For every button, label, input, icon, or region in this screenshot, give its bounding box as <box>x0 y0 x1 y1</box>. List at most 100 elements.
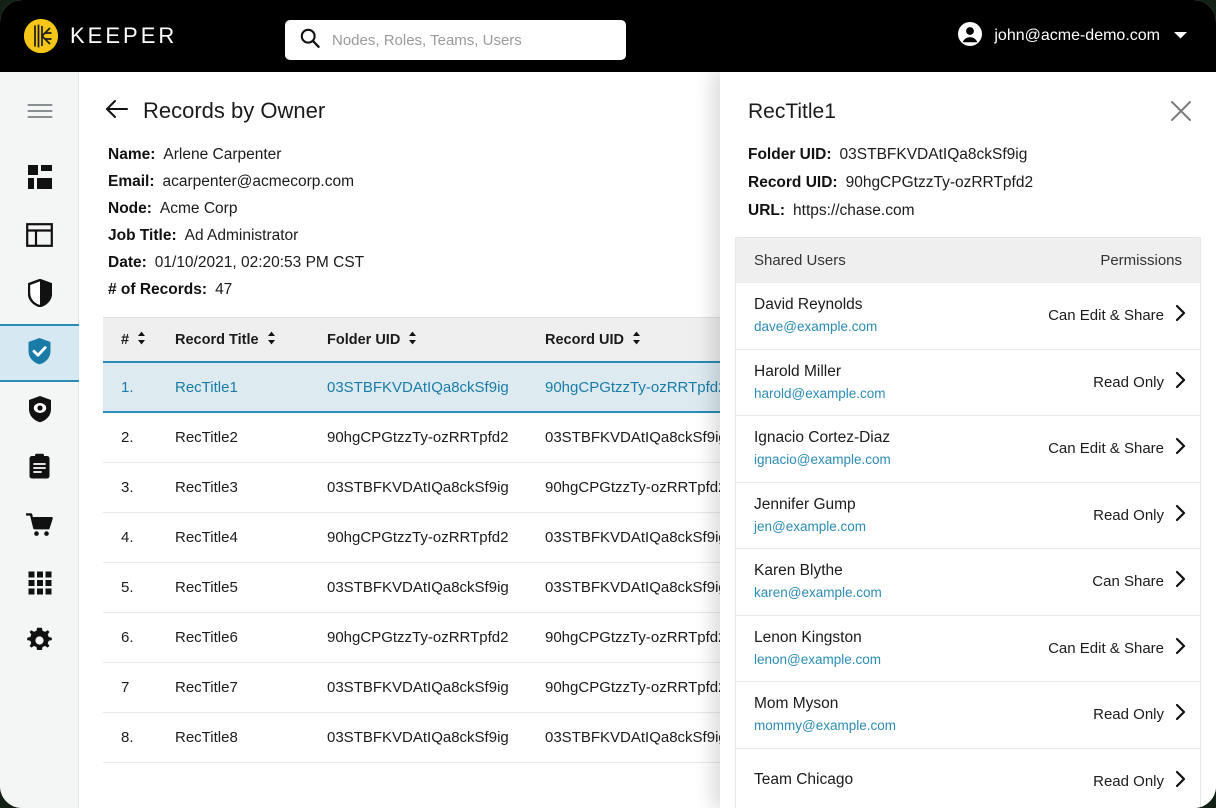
sort-updown-icon[interactable] <box>408 331 417 349</box>
sort-updown-icon[interactable] <box>267 331 276 349</box>
chevron-right-icon[interactable] <box>1175 637 1186 660</box>
cell-record-title[interactable]: RecTitle1 <box>175 379 327 396</box>
sidebar-item-dashboard[interactable] <box>0 150 79 208</box>
panel-meta-value[interactable]: https://chase.com <box>793 202 914 220</box>
column-header-record-title[interactable]: Record Title <box>175 331 327 349</box>
sidebar-item-store[interactable] <box>0 498 79 556</box>
panel-meta-row: Record UID: 90hgCPGtzzTy-ozRRTpfd2 <box>748 174 1188 192</box>
shared-user-row[interactable]: David Reynolds dave@example.com Can Edit… <box>736 282 1200 349</box>
chevron-down-icon[interactable] <box>1173 27 1188 45</box>
sort-updown-icon[interactable] <box>632 331 641 349</box>
clipboard-icon <box>28 453 51 485</box>
shared-user-row[interactable]: Team Chicago Read Only <box>736 747 1200 808</box>
meta-value: 01/10/2021, 02:20:53 PM CST <box>154 254 365 271</box>
cell-folder-uid: 90hgCPGtzzTy-ozRRTpfd2 <box>327 529 509 546</box>
brand-name: KEEPER <box>70 23 178 48</box>
meta-value: acarpenter@acmecorp.com <box>162 173 354 190</box>
panel-meta-key: Record UID: <box>748 174 838 191</box>
record-detail-panel: RecTitle1 Folder UID: 03STBFKVDAtIQa8ckS… <box>720 72 1216 808</box>
meta-value: Ad Administrator <box>184 227 299 244</box>
cell-number: 5. <box>121 579 134 596</box>
cell-record-title[interactable]: RecTitle4 <box>175 529 327 546</box>
search-input[interactable] <box>332 31 602 49</box>
cell-number: 1. <box>121 378 134 396</box>
column-header-folder-uid[interactable]: Folder UID <box>327 331 545 349</box>
shared-users-header: Shared Users Permissions <box>736 238 1200 282</box>
sidebar-item-compliance[interactable] <box>0 324 79 382</box>
shared-user-permission: Can Edit & Share <box>1048 307 1164 325</box>
back-arrow-icon[interactable] <box>105 99 129 124</box>
brand-logo[interactable]: KEEPER <box>24 19 177 53</box>
shared-user-row[interactable]: Harold Miller harold@example.com Read On… <box>736 348 1200 416</box>
sidebar-item-shield[interactable] <box>0 266 79 324</box>
shared-user-name: Mom Myson <box>754 695 839 713</box>
meta-value: Arlene Carpenter <box>163 146 282 163</box>
shared-user-row[interactable]: Ignacio Cortez-Diaz ignacio@example.com … <box>736 415 1200 482</box>
shared-user-email[interactable]: harold@example.com <box>754 384 886 403</box>
keeper-logo-icon <box>24 19 58 53</box>
sidebar-item-apps[interactable] <box>0 556 79 614</box>
cell-number: 4. <box>121 529 134 546</box>
chevron-right-icon[interactable] <box>1175 304 1186 327</box>
cell-folder-uid: 90hgCPGtzzTy-ozRRTpfd2 <box>327 429 509 446</box>
shield-eye-icon <box>28 395 52 428</box>
shared-user-name: Harold Miller <box>754 362 841 380</box>
shared-user-row[interactable]: Lenon Kingston lenon@example.com Can Edi… <box>736 614 1200 682</box>
cell-record-title[interactable]: RecTitle8 <box>175 729 327 746</box>
meta-value: 47 <box>215 281 233 298</box>
cell-number: 7 <box>121 679 130 696</box>
shared-user-email[interactable]: mommy@example.com <box>754 716 896 735</box>
sidebar-item-layout[interactable] <box>0 208 79 266</box>
shared-user-email[interactable]: lenon@example.com <box>754 650 881 669</box>
shared-user-name: Jennifer Gump <box>754 495 856 513</box>
cell-record-title[interactable]: RecTitle6 <box>175 629 327 646</box>
sidebar <box>0 72 79 808</box>
column-header-label: Folder UID <box>327 331 401 348</box>
chevron-right-icon[interactable] <box>1175 770 1186 793</box>
cell-folder-uid: 03STBFKVDAtIQa8ckSf9ig <box>327 378 509 396</box>
search-box[interactable] <box>285 20 626 60</box>
shared-user-email[interactable]: ignacio@example.com <box>754 450 891 469</box>
meta-value: Acme Corp <box>159 200 238 217</box>
sidebar-item-secrets[interactable] <box>0 382 79 440</box>
chevron-right-icon[interactable] <box>1175 703 1186 726</box>
sidebar-item-menu-toggle[interactable] <box>0 84 79 142</box>
shared-user-email[interactable]: jen@example.com <box>754 517 866 536</box>
cell-record-title[interactable]: RecTitle5 <box>175 579 327 596</box>
panel-title: RecTitle1 <box>748 100 836 123</box>
shield-icon <box>27 278 52 312</box>
shared-user-name: Ignacio Cortez-Diaz <box>754 429 891 447</box>
column-header-label: Record UID <box>545 331 624 348</box>
page-title: Records by Owner <box>143 98 326 123</box>
dashboard-grid-icon <box>27 164 53 195</box>
chevron-right-icon[interactable] <box>1175 371 1186 394</box>
sidebar-item-settings[interactable] <box>0 614 79 672</box>
account-circle-icon <box>957 21 983 52</box>
shared-user-permission: Read Only <box>1093 706 1164 724</box>
shared-user-row[interactable]: Karen Blythe karen@example.com Can Share <box>736 548 1200 615</box>
cell-folder-uid: 03STBFKVDAtIQa8ckSf9ig <box>327 729 509 746</box>
shared-user-email[interactable]: karen@example.com <box>754 583 882 602</box>
cell-number: 2. <box>121 429 134 446</box>
chevron-right-icon[interactable] <box>1175 504 1186 527</box>
chevron-right-icon[interactable] <box>1175 437 1186 460</box>
cell-record-title[interactable]: RecTitle2 <box>175 429 327 446</box>
column-header-number[interactable]: # <box>103 331 175 349</box>
shared-user-permission: Can Edit & Share <box>1048 639 1164 657</box>
panel-meta-value: 03STBFKVDAtIQa8ckSf9ig <box>839 146 1028 163</box>
shared-user-email[interactable]: dave@example.com <box>754 317 877 336</box>
sort-updown-icon[interactable] <box>137 331 146 349</box>
account-menu[interactable]: john@acme-demo.com <box>957 18 1188 54</box>
search-icon <box>299 27 321 54</box>
sidebar-item-reports[interactable] <box>0 440 79 498</box>
panel-meta-value: 90hgCPGtzzTy-ozRRTpfd2 <box>845 174 1034 191</box>
shared-user-row[interactable]: Mom Myson mommy@example.com Read Only <box>736 681 1200 748</box>
shared-users-header-label: Shared Users <box>754 251 846 269</box>
chevron-right-icon[interactable] <box>1175 570 1186 593</box>
panel-meta-list: Folder UID: 03STBFKVDAtIQa8ckSf9ig Recor… <box>720 124 1216 220</box>
cell-record-title[interactable]: RecTitle7 <box>175 679 327 696</box>
cell-record-title[interactable]: RecTitle3 <box>175 479 327 496</box>
close-icon[interactable] <box>1168 98 1194 124</box>
meta-key: Email: <box>108 173 155 190</box>
shared-user-row[interactable]: Jennifer Gump jen@example.com Read Only <box>736 481 1200 549</box>
